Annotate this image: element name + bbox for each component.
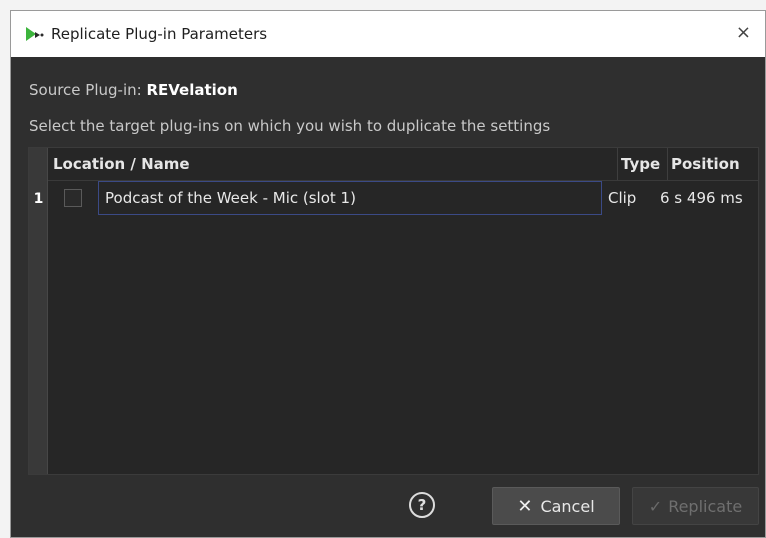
row-number: 1 bbox=[33, 191, 44, 207]
close-icon[interactable]: × bbox=[736, 23, 751, 43]
source-plugin-label: Source Plug-in: bbox=[29, 81, 147, 99]
row-type-cell: Clip bbox=[608, 189, 637, 207]
column-header-type[interactable]: Type bbox=[621, 148, 660, 180]
replicate-label: Replicate bbox=[668, 496, 743, 516]
replicate-dialog: Replicate Plug-in Parameters × Source Pl… bbox=[10, 10, 766, 538]
instruction-text: Select the target plug-ins on which you … bbox=[29, 117, 551, 135]
cancel-label: Cancel bbox=[540, 496, 595, 516]
checkmark-icon: ✓ bbox=[648, 496, 663, 516]
row-position-cell: 6 s 496 ms bbox=[660, 189, 743, 207]
column-header-location-name[interactable]: Location / Name bbox=[53, 148, 190, 180]
column-divider bbox=[667, 148, 668, 180]
window-title: Replicate Plug-in Parameters bbox=[51, 25, 268, 43]
close-x-icon: ✕ bbox=[517, 495, 533, 517]
replicate-app-icon bbox=[26, 27, 44, 41]
table-row[interactable]: Podcast of the Week - Mic (slot 1) Clip … bbox=[48, 181, 758, 217]
title-bar: Replicate Plug-in Parameters × bbox=[11, 11, 765, 57]
target-plugins-table: Location / Name Type Position 1 Podcast … bbox=[28, 147, 759, 475]
replicate-button[interactable]: ✓ Replicate bbox=[632, 487, 759, 525]
source-plugin-value: REVelation bbox=[146, 81, 238, 99]
table-header: Location / Name Type Position bbox=[48, 148, 758, 181]
help-icon[interactable]: ? bbox=[409, 492, 435, 518]
row-checkbox[interactable] bbox=[64, 189, 82, 207]
source-plugin-line: Source Plug-in: REVelation bbox=[29, 81, 238, 99]
column-divider bbox=[617, 148, 618, 180]
column-header-position[interactable]: Position bbox=[671, 148, 740, 180]
row-name-cell[interactable]: Podcast of the Week - Mic (slot 1) bbox=[98, 181, 602, 215]
cancel-button[interactable]: ✕ Cancel bbox=[492, 487, 620, 525]
